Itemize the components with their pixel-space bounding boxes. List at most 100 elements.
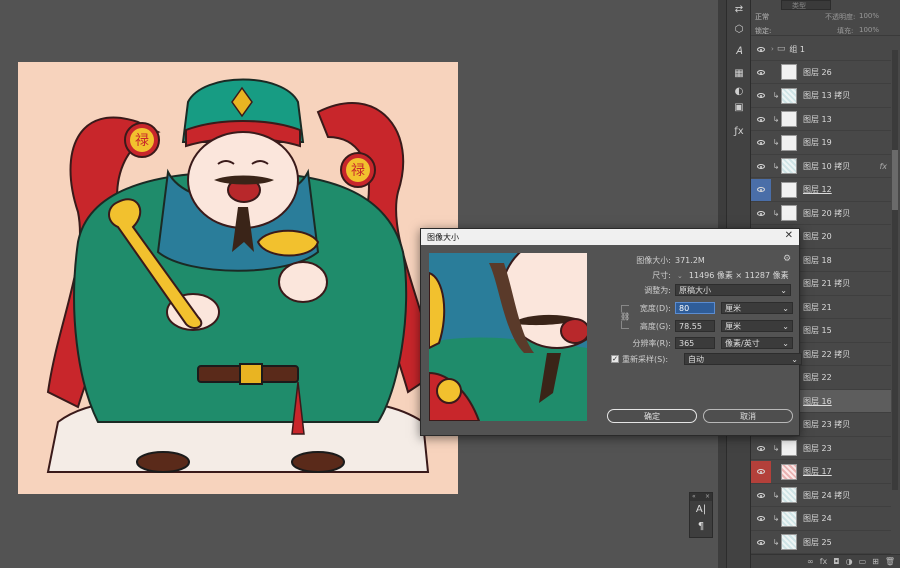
layer-row[interactable]: ↳ 图层 13 bbox=[751, 108, 891, 131]
gear-icon[interactable]: ⚙ bbox=[783, 254, 791, 264]
visibility-eye-icon[interactable] bbox=[751, 508, 771, 530]
layer-row[interactable]: 图层 12 bbox=[751, 178, 891, 202]
visibility-eye-icon[interactable] bbox=[751, 132, 771, 154]
visibility-eye-icon[interactable] bbox=[751, 85, 771, 107]
cancel-button[interactable]: 取消 bbox=[703, 409, 793, 423]
mask-icon[interactable]: ◘ bbox=[833, 557, 839, 566]
image-preview[interactable] bbox=[429, 253, 587, 421]
resample-checkbox[interactable]: ✓ bbox=[611, 355, 619, 363]
layer-row[interactable]: ↳ 图层 10 拷贝 fx bbox=[751, 155, 891, 178]
paragraph-icon[interactable]: ¶ bbox=[690, 518, 712, 535]
height-unit-select[interactable]: 厘米 ⌄ bbox=[721, 320, 793, 332]
layer-row[interactable]: ↳ 图层 13 拷贝 bbox=[751, 85, 891, 108]
layer-row[interactable]: ↳ 图层 19 bbox=[751, 132, 891, 155]
fill-value[interactable]: 100% bbox=[859, 26, 879, 34]
close-icon[interactable]: ✕ bbox=[785, 230, 793, 241]
clipping-mask-icon: ↳ bbox=[772, 443, 780, 453]
3d-cube-icon[interactable]: ⬡ bbox=[731, 22, 747, 36]
adjustments-icon[interactable]: ⇄ bbox=[731, 2, 747, 16]
ok-button[interactable]: 确定 bbox=[607, 409, 697, 423]
layer-thumbnail[interactable] bbox=[781, 158, 797, 174]
folder-icon: ▭ bbox=[776, 44, 786, 54]
layer-name: 图层 21 拷贝 bbox=[803, 279, 851, 288]
layer-name: 图层 10 拷贝 bbox=[803, 161, 851, 171]
visibility-eye-icon[interactable] bbox=[751, 202, 771, 224]
resolution-unit-select[interactable]: 像素/英寸 ⌄ bbox=[721, 337, 793, 349]
layer-fx-badge[interactable]: fx bbox=[879, 162, 887, 171]
height-input[interactable]: 78.55 bbox=[675, 320, 715, 332]
resolution-input[interactable]: 365 bbox=[675, 337, 715, 349]
layer-name: 图层 20 bbox=[803, 232, 832, 241]
layer-name: 图层 24 拷贝 bbox=[803, 490, 851, 500]
new-group-icon[interactable]: ▭ bbox=[859, 557, 867, 566]
width-row: 宽度(D): 80 厘米 ⌄ bbox=[627, 302, 793, 314]
opacity-label: 不透明度: bbox=[825, 13, 856, 21]
layer-thumbnail[interactable] bbox=[781, 487, 797, 503]
layer-thumbnail[interactable] bbox=[781, 134, 797, 151]
visibility-eye-icon[interactable] bbox=[751, 484, 771, 506]
text-tool-icon[interactable]: A| bbox=[690, 501, 712, 518]
layer-name: 图层 22 bbox=[803, 373, 832, 382]
fit-to-select[interactable]: 原稿大小 ⌄ bbox=[675, 284, 791, 296]
document-canvas[interactable]: 禄 禄 bbox=[18, 62, 458, 494]
layer-row[interactable]: ↳ 图层 24 拷贝 bbox=[751, 484, 891, 507]
layers-scrollbar[interactable] bbox=[892, 50, 898, 490]
trash-icon[interactable]: 🗑 bbox=[885, 557, 895, 566]
visibility-eye-icon[interactable] bbox=[751, 38, 771, 60]
layer-thumbnail[interactable] bbox=[781, 181, 797, 198]
fit-to-value: 原稿大小 bbox=[679, 285, 711, 295]
clipping-mask-icon: ↳ bbox=[772, 91, 780, 100]
chevron-down-icon[interactable]: ⌄ bbox=[677, 272, 683, 280]
layers-footer: ∞ fx ◘ ◑ ▭ ⊞ 🗑 bbox=[751, 554, 900, 568]
adjustment-layer-icon[interactable]: ◑ bbox=[846, 557, 853, 566]
blend-mode-select[interactable]: 正常 bbox=[755, 12, 769, 22]
layer-thumbnail[interactable] bbox=[781, 205, 797, 221]
layer-thumbnail[interactable] bbox=[781, 87, 797, 104]
layers-panel-header: 类型 正常 不透明度: 100% 锁定: 填充: 100% bbox=[751, 0, 900, 36]
fx-button[interactable]: fx bbox=[820, 557, 828, 566]
fx-icon[interactable]: ƒx bbox=[731, 124, 747, 138]
visibility-eye-icon[interactable] bbox=[751, 531, 771, 553]
visibility-eye-icon[interactable] bbox=[751, 460, 771, 483]
layer-name: 图层 12 bbox=[803, 185, 832, 194]
visibility-eye-icon[interactable] bbox=[751, 108, 771, 130]
character-paragraph-mini-panel: «× A| ¶ bbox=[689, 492, 713, 538]
link-icon[interactable]: ∞ bbox=[807, 557, 814, 566]
image-icon[interactable]: ▣ bbox=[731, 100, 747, 114]
resample-value: 自动 bbox=[688, 354, 704, 364]
resample-select[interactable]: 自动 ⌄ bbox=[684, 353, 802, 365]
new-layer-icon[interactable]: ⊞ bbox=[872, 557, 879, 566]
layer-filter-search[interactable]: 类型 bbox=[781, 0, 831, 10]
adjustment-circle-icon[interactable]: ◐ bbox=[731, 84, 747, 98]
visibility-eye-icon[interactable] bbox=[751, 437, 771, 459]
chevron-right-icon[interactable]: › bbox=[771, 45, 774, 53]
layer-row[interactable]: ↳ 图层 20 拷贝 bbox=[751, 202, 891, 225]
resolution-label: 分辨率(R): bbox=[632, 338, 672, 348]
height-unit-value: 厘米 bbox=[725, 321, 741, 331]
character-icon[interactable]: 𝐴 bbox=[731, 44, 747, 58]
visibility-eye-icon[interactable] bbox=[751, 155, 771, 177]
layer-thumbnail[interactable] bbox=[781, 510, 797, 527]
image-size-label: 图像大小: bbox=[636, 256, 671, 265]
layer-group-row[interactable]: › ▭ 组 1 bbox=[751, 38, 891, 61]
layer-thumbnail[interactable] bbox=[781, 111, 797, 127]
width-unit-select[interactable]: 厘米 ⌄ bbox=[721, 302, 793, 314]
layer-row[interactable]: ↳ 图层 24 bbox=[751, 508, 891, 531]
visibility-eye-icon[interactable] bbox=[751, 61, 771, 83]
layer-row[interactable]: ↳ 图层 23 bbox=[751, 437, 891, 460]
visibility-eye-icon[interactable] bbox=[751, 178, 771, 201]
dropdown-arrow-icon: ⌄ bbox=[791, 354, 798, 364]
layer-thumbnail[interactable] bbox=[781, 440, 797, 456]
opacity-value[interactable]: 100% bbox=[859, 12, 879, 20]
layer-row[interactable]: ↳ 图层 25 bbox=[751, 531, 891, 554]
layer-thumbnail[interactable] bbox=[781, 534, 797, 550]
layer-row[interactable]: 图层 26 bbox=[751, 61, 891, 84]
layer-thumbnail[interactable] bbox=[781, 463, 797, 480]
width-input[interactable]: 80 bbox=[675, 302, 715, 314]
layer-name: 图层 13 bbox=[803, 114, 832, 124]
layer-thumbnail[interactable] bbox=[781, 64, 797, 80]
swatches-icon[interactable]: ▦ bbox=[731, 66, 747, 80]
layer-row[interactable]: 图层 17 bbox=[751, 460, 891, 484]
badge-left-char: 禄 bbox=[135, 133, 149, 149]
layer-name: 图层 25 bbox=[803, 537, 832, 547]
